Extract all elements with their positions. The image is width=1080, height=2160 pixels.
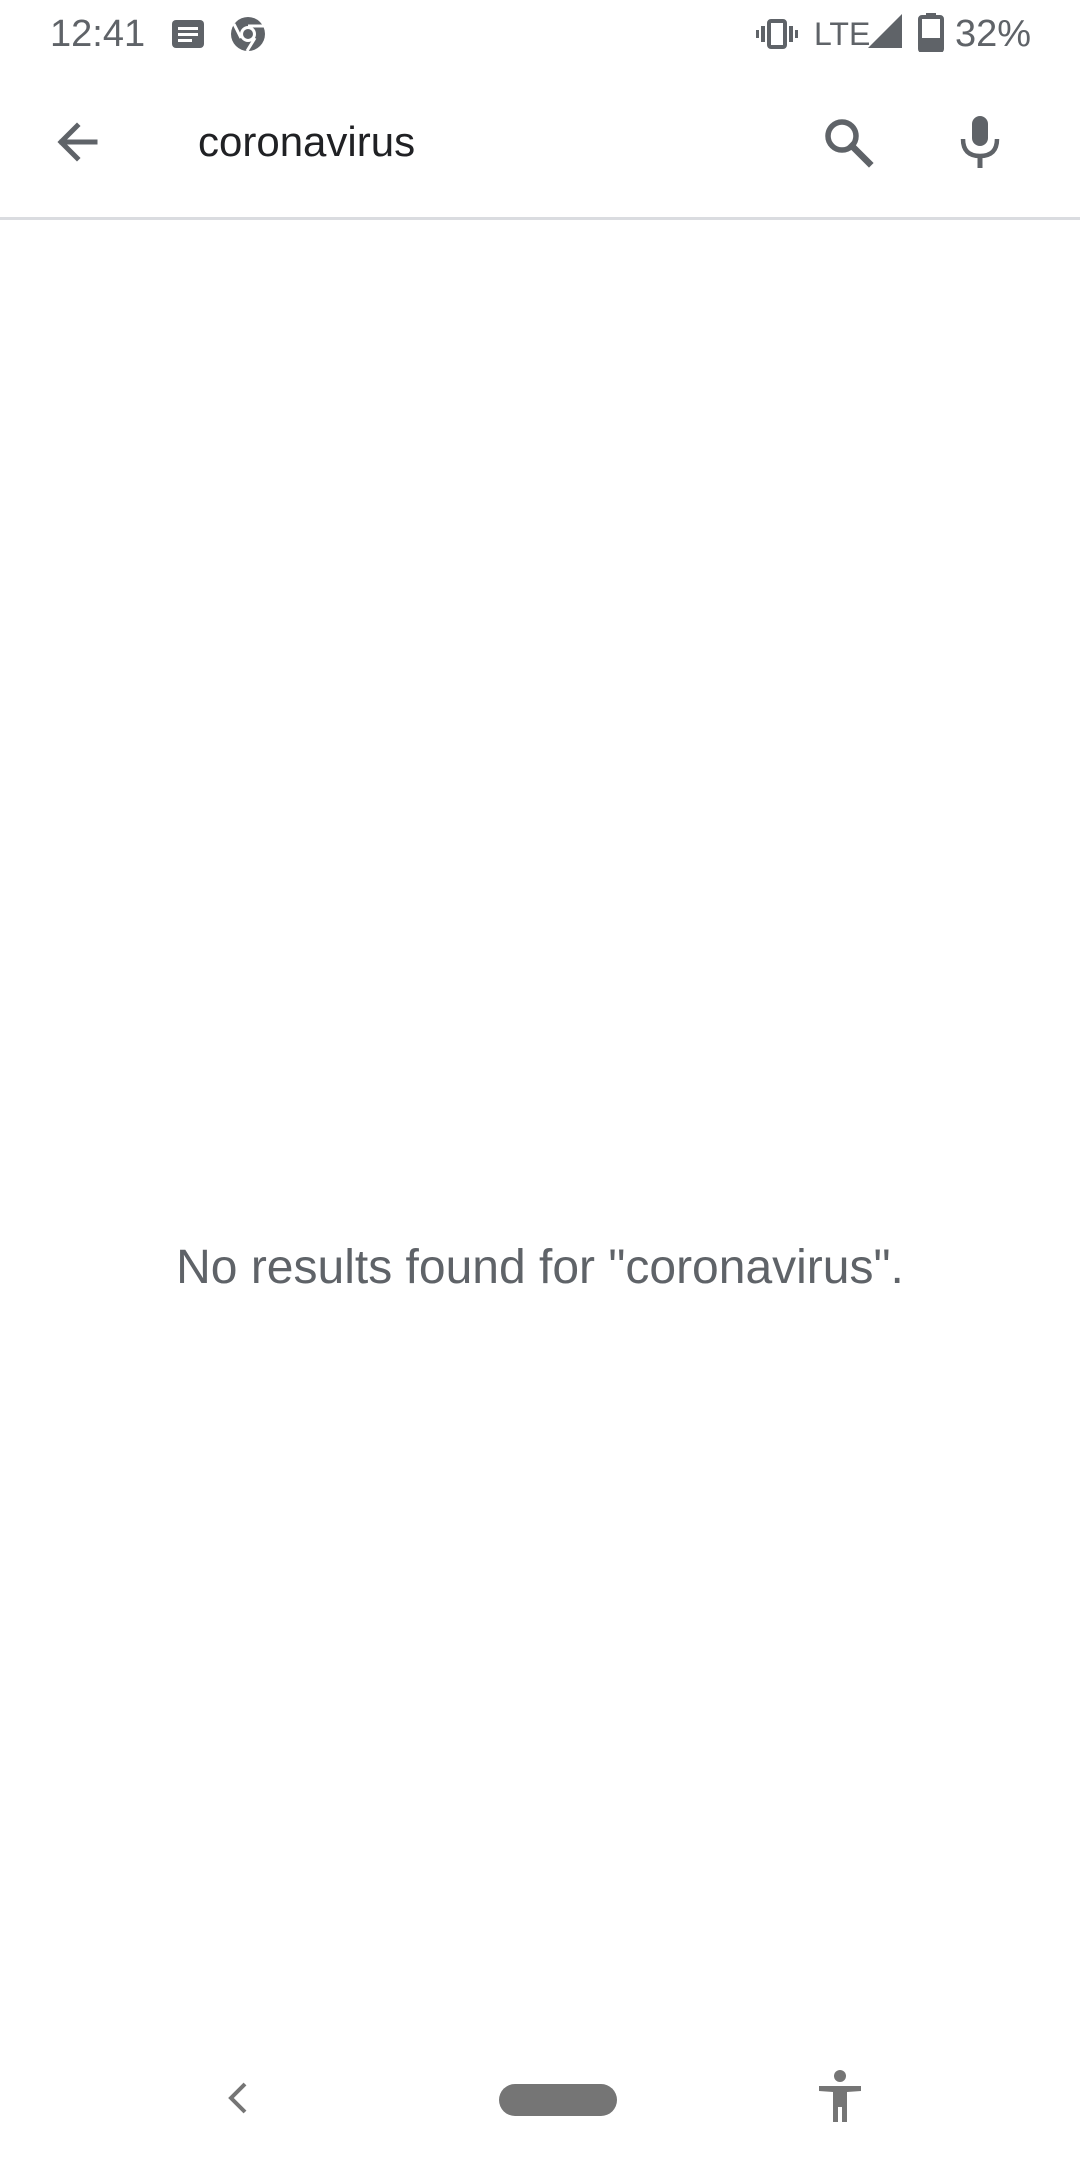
arrow-back-icon: [53, 117, 103, 172]
system-nav-bar: [0, 2040, 1080, 2160]
network-type-label: LTE: [814, 16, 871, 52]
search-icon: [821, 115, 875, 174]
search-button[interactable]: [806, 102, 890, 186]
battery-icon: [918, 12, 958, 53]
nav-home-button[interactable]: [498, 2080, 618, 2120]
chrome-icon: [228, 14, 268, 54]
accessibility-icon: [816, 2069, 864, 2130]
mic-icon: [957, 114, 1003, 175]
back-button[interactable]: [36, 102, 120, 186]
accessibility-button[interactable]: [810, 2064, 870, 2134]
nav-back-button[interactable]: [208, 2070, 268, 2130]
battery-percent: 32%: [955, 13, 1032, 55]
back-chevron-icon: [225, 2080, 251, 2121]
no-results-message: No results found for "coronavirus".: [176, 1241, 904, 1294]
screen: 12:41 LTE 32% coronavirus No results fou…: [0, 0, 1080, 2160]
search-toolbar: coronavirus: [0, 68, 1080, 220]
vibrate-icon: [756, 14, 798, 54]
signal-icon: [866, 12, 906, 52]
voice-search-button[interactable]: [938, 102, 1022, 186]
status-time: 12:41: [50, 13, 146, 55]
status-bar: 12:41 LTE 32%: [0, 0, 1080, 68]
search-query-text[interactable]: coronavirus: [198, 114, 415, 170]
message-notification-icon: [168, 14, 208, 54]
home-pill: [499, 2084, 617, 2116]
